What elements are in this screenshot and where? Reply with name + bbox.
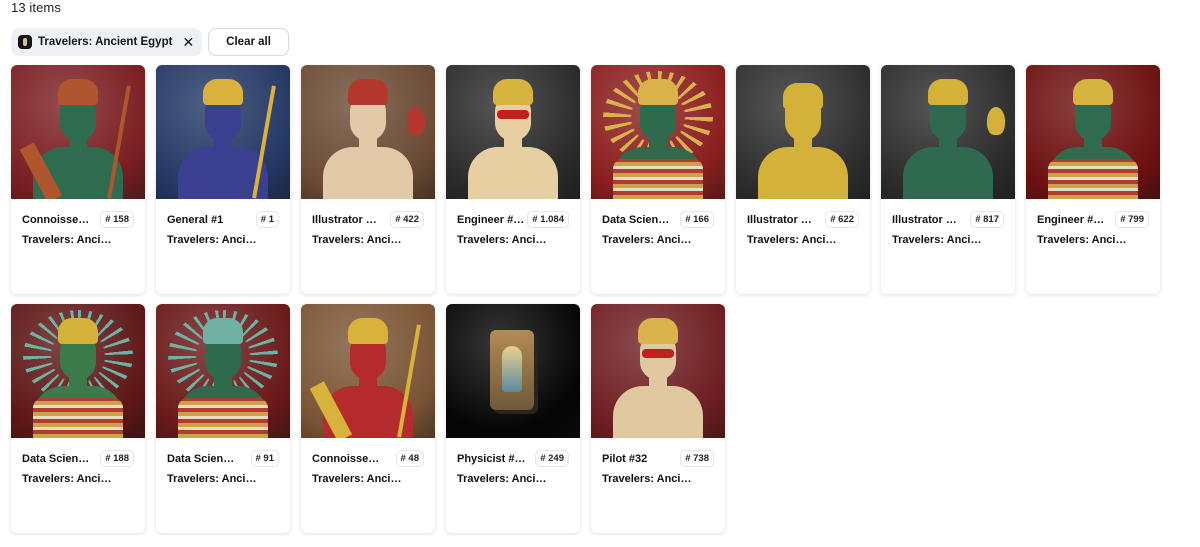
item-card[interactable]: Engineer #1084# 1.084 Travelers: Ancient …	[446, 65, 580, 294]
item-collection: Travelers: Ancient Egypt	[167, 473, 257, 485]
artwork-shape	[407, 107, 425, 135]
item-card[interactable]: Illustrator #622 # 622 Travelers: Ancient …	[736, 65, 870, 294]
item-name: Data Scientist #166	[602, 213, 672, 226]
item-number-badge: # 166	[680, 211, 714, 228]
artwork-shape	[638, 79, 678, 105]
collection-logo-icon	[18, 35, 32, 49]
item-collection: Travelers: Ancient Egypt	[892, 234, 982, 246]
artwork-shape	[638, 318, 678, 344]
item-artwork[interactable]	[591, 304, 725, 438]
item-artwork[interactable]	[301, 304, 435, 438]
artwork-shape	[493, 79, 533, 105]
artwork-shape	[497, 110, 529, 119]
artwork-shape	[1048, 159, 1138, 199]
item-card[interactable]: Physicist #249 # 249 Travelers: Ancient Eg…	[446, 304, 580, 533]
item-name: Engineer #799	[1037, 213, 1107, 226]
item-name: Connoisseur #48	[312, 452, 382, 465]
clear-all-button[interactable]: Clear all	[208, 28, 289, 56]
artwork-shape	[203, 79, 243, 105]
item-artwork[interactable]	[591, 65, 725, 199]
artwork-shape	[58, 79, 98, 105]
artwork-shape	[203, 318, 243, 344]
item-number-badge: # 48	[395, 450, 424, 467]
item-number-badge: # 158	[100, 211, 134, 228]
item-name: Physicist #249	[457, 452, 527, 465]
item-card[interactable]: General #1 # 1 Travelers: Ancient Egypt	[156, 65, 290, 294]
item-artwork[interactable]	[11, 65, 145, 199]
item-collection: Travelers: Ancient Egypt	[312, 234, 402, 246]
item-card[interactable]: Data Scientist #166 # 166 Travelers: Ancie…	[591, 65, 725, 294]
item-name: Connoisseur #158	[22, 213, 92, 226]
item-name: Data Scientist #188	[22, 452, 92, 465]
item-artwork[interactable]	[156, 304, 290, 438]
item-number-badge: # 1	[255, 211, 279, 228]
item-artwork[interactable]	[446, 304, 580, 438]
artwork-shape	[490, 330, 534, 410]
item-name: Pilot #32	[602, 452, 648, 465]
item-number-badge: # 188	[100, 450, 134, 467]
active-filters: Travelers: Ancient Egypt ✕ Clear all	[11, 28, 289, 56]
item-artwork[interactable]	[11, 304, 145, 438]
item-number-badge: # 738	[680, 450, 714, 467]
item-card[interactable]: Pilot #32 # 738 Travelers: Ancient Egypt	[591, 304, 725, 533]
item-name: Illustrator #817	[892, 213, 962, 226]
item-artwork[interactable]	[301, 65, 435, 199]
item-number-badge: # 422	[390, 211, 424, 228]
artwork-shape	[1073, 79, 1113, 105]
artwork-shape	[33, 398, 123, 438]
item-number-badge: # 1.084	[527, 211, 569, 228]
item-card[interactable]: Engineer #799 # 799 Travelers: Ancient Egy…	[1026, 65, 1160, 294]
item-collection: Travelers: Ancient Egypt	[167, 234, 257, 246]
item-collection: Travelers: Ancient Egypt	[747, 234, 837, 246]
close-icon[interactable]: ✕	[182, 35, 194, 49]
item-card[interactable]: Data Scientist #188 # 188 Travelers: Ancie…	[11, 304, 145, 533]
results-count: 13 items	[11, 0, 61, 15]
item-collection: Travelers: Ancient Egypt	[312, 473, 402, 485]
item-number-badge: # 799	[1115, 211, 1149, 228]
artwork-shape	[348, 79, 388, 105]
item-name: Data Scientist #91	[167, 452, 237, 465]
artwork-shape	[178, 398, 268, 438]
item-collection: Travelers: Ancient Egypt	[22, 234, 112, 246]
item-card[interactable]: Illustrator #422 # 422 Travelers: Ancient …	[301, 65, 435, 294]
artwork-shape	[613, 159, 703, 199]
item-collection: Travelers: Ancient Egypt	[457, 234, 547, 246]
item-card[interactable]: Data Scientist #91 # 91 Travelers: Ancient…	[156, 304, 290, 533]
artwork-shape	[58, 318, 98, 344]
item-collection: Travelers: Ancient Egypt	[602, 473, 692, 485]
item-number-badge: # 249	[535, 450, 569, 467]
item-collection: Travelers: Ancient Egypt	[22, 473, 112, 485]
items-grid: Connoisseur #158 # 158 Travelers: Ancient …	[11, 65, 1171, 533]
item-name: General #1	[167, 213, 224, 226]
item-collection: Travelers: Ancient Egypt	[457, 473, 547, 485]
item-number-badge: # 622	[825, 211, 859, 228]
item-card[interactable]: Connoisseur #48 # 48 Travelers: Ancient Eg…	[301, 304, 435, 533]
artwork-shape	[642, 349, 674, 358]
filter-chip-collection[interactable]: Travelers: Ancient Egypt ✕	[11, 28, 203, 56]
item-artwork[interactable]	[156, 65, 290, 199]
item-card[interactable]: Illustrator #817 # 817 Travelers: Ancient …	[881, 65, 1015, 294]
item-card[interactable]: Connoisseur #158 # 158 Travelers: Ancient …	[11, 65, 145, 294]
item-artwork[interactable]	[446, 65, 580, 199]
item-collection: Travelers: Ancient Egypt	[1037, 234, 1127, 246]
item-name: Illustrator #422	[312, 213, 382, 226]
item-name: Engineer #1084	[457, 213, 527, 226]
item-collection: Travelers: Ancient Egypt	[602, 234, 692, 246]
item-name: Illustrator #622	[747, 213, 817, 226]
item-artwork[interactable]	[881, 65, 1015, 199]
artwork-shape	[348, 318, 388, 344]
item-number-badge: # 817	[970, 211, 1004, 228]
item-number-badge: # 91	[250, 450, 279, 467]
item-artwork[interactable]	[736, 65, 870, 199]
item-artwork[interactable]	[1026, 65, 1160, 199]
artwork-shape	[928, 79, 968, 105]
filter-chip-label: Travelers: Ancient Egypt	[38, 36, 173, 48]
artwork-shape	[783, 83, 823, 109]
artwork-shape	[987, 107, 1005, 135]
